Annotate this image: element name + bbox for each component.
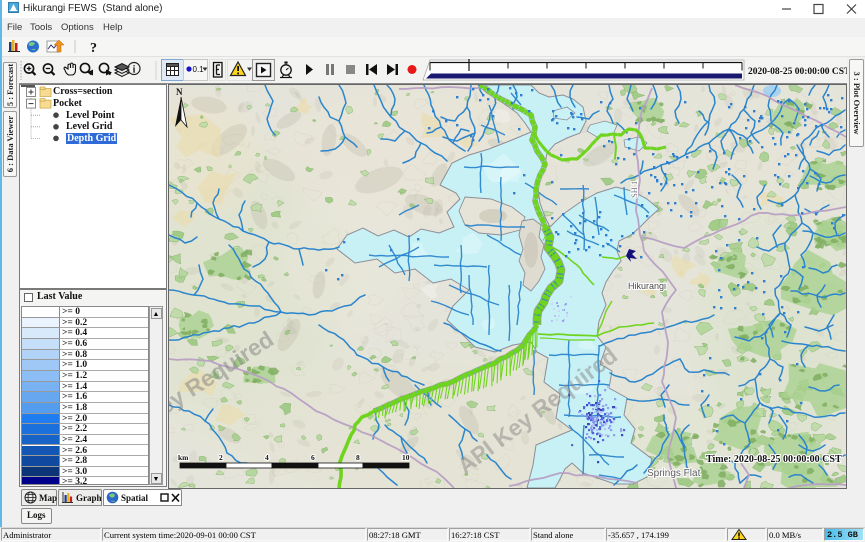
svg-text:i: i: [133, 65, 136, 76]
svg-text:4: 4: [265, 453, 269, 462]
svg-text:SH 1: SH 1: [629, 181, 639, 198]
svg-text:2: 2: [219, 453, 223, 462]
svg-text:Hikurangi: Hikurangi: [628, 281, 666, 291]
svg-text:0.1: 0.1: [193, 65, 205, 74]
svg-text:6: 6: [311, 453, 315, 462]
svg-text:N: N: [176, 87, 183, 97]
svg-text:?: ?: [90, 41, 97, 56]
svg-text:8: 8: [356, 453, 360, 462]
svg-text:Springs Flat: Springs Flat: [647, 468, 701, 479]
svg-text:10: 10: [402, 453, 410, 462]
svg-text:Time: 2020-08-25 00:00:00 CST: Time: 2020-08-25 00:00:00 CST: [706, 454, 842, 465]
svg-text:km: km: [178, 453, 189, 462]
